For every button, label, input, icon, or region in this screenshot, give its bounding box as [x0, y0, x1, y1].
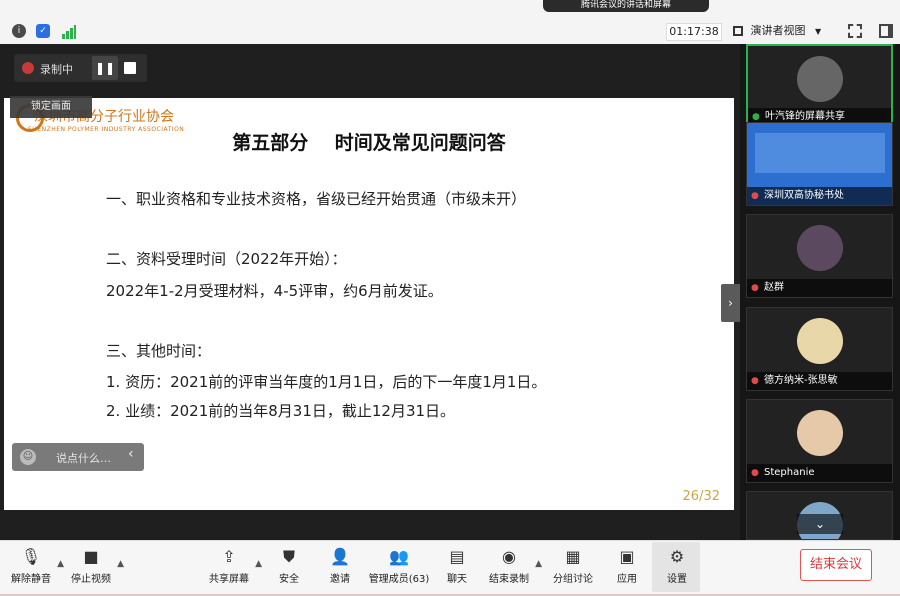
recording-bar: 录制中 ❚❚ [14, 54, 147, 82]
sidebar-toggle-icon[interactable] [879, 24, 893, 38]
participant-panel: ● 叶汽锋的屏幕共享 ● 深圳双高协秘书处 ● 赵群 ● 德方纳米-张思敏 ● Steph… [740, 44, 900, 540]
chat-placeholder: 说点什么… [56, 452, 111, 465]
participant-tile[interactable]: ● 叶汽锋的屏幕共享 [746, 44, 893, 128]
mic-off-icon: ● [751, 468, 759, 478]
participant-tile[interactable]: ⌄ [746, 491, 893, 540]
emoji-icon[interactable]: ☺ [20, 449, 36, 465]
layout-icon [733, 26, 743, 36]
apps-button[interactable]: ▣ 应用 [614, 545, 640, 593]
participant-name: Stephanie [764, 467, 815, 478]
shared-slide-thumbnail [755, 133, 885, 173]
breakout-rooms-button[interactable]: ▦ 分组讨论 [552, 545, 594, 593]
stop-video-button[interactable]: ■ 停止视频 ▲ [70, 545, 124, 593]
fullscreen-icon[interactable] [848, 24, 862, 38]
slide-title: 第五部分 时间及常见问题问答 [232, 132, 506, 154]
participant-name: 深圳双高协秘书处 [764, 190, 844, 201]
chevron-down-icon: ▼ [815, 27, 822, 36]
participant-tile[interactable]: ● 深圳双高协秘书处 [746, 122, 893, 206]
meeting-timer: 01:17:38 [666, 23, 722, 41]
chevron-up-icon[interactable]: ▲ [255, 559, 262, 569]
apps-grid-icon: ▣ [619, 547, 635, 566]
unmute-button[interactable]: 🎙 解除静音 ▲ [10, 545, 64, 593]
chat-icon: ▤ [449, 547, 465, 566]
chat-button[interactable]: ▤ 聊天 [444, 545, 470, 593]
chevron-up-icon[interactable]: ▲ [117, 559, 124, 569]
gear-icon: ⚙ [669, 547, 685, 566]
slide-line: 三、其他时间： [106, 342, 212, 360]
chat-label: 聊天 [447, 574, 467, 585]
record-icon: ◉ [502, 547, 516, 566]
stop-video-label: 停止视频 [71, 574, 111, 585]
recording-label: 录制中 [40, 63, 73, 76]
participant-tile[interactable]: ● Stephanie [746, 399, 893, 483]
participant-name: 德方纳米-张思敏 [764, 375, 838, 386]
recording-icon [22, 62, 34, 74]
avatar [796, 318, 843, 364]
view-mode-dropdown[interactable]: 演讲者视图 ▼ [733, 22, 833, 40]
slide-line: 1. 资历：2021前的评审当年度的1月1日，后的下一年度1月1日。 [106, 373, 547, 391]
settings-button[interactable]: ⚙ 设置 [664, 545, 690, 593]
stop-record-label: 结束录制 [489, 574, 529, 585]
add-user-icon: 👤 [330, 547, 350, 566]
avatar [796, 410, 843, 456]
participant-name: 赵群 [764, 282, 784, 293]
video-camera-icon: ■ [83, 547, 99, 566]
members-label: 管理成员(63) [368, 574, 430, 585]
top-bar: 腾讯会议的讲话和屏幕 i ✓ 01:17:38 演讲者视图 ▼ [0, 0, 900, 44]
collapse-panel-button[interactable]: › [721, 284, 740, 322]
chevron-down-icon[interactable]: ⌄ [797, 514, 843, 534]
chevron-up-icon[interactable]: ▲ [535, 559, 542, 569]
apps-label: 应用 [617, 574, 637, 585]
slide-line: 一、职业资格和专业技术资格，省级已经开始贯通（市级未开） [106, 190, 527, 208]
mic-off-icon: ● [751, 376, 759, 386]
slide-line: 2. 业绩：2021前的当年8月31日，截止12月31日。 [106, 402, 456, 420]
avatar [796, 225, 843, 271]
invite-label: 邀请 [330, 574, 350, 585]
share-label: 共享屏幕 [209, 574, 249, 585]
chat-quick-input[interactable]: ☺ 说点什么… ‹ [12, 443, 144, 471]
unmute-label: 解除静音 [11, 574, 51, 585]
slide-page-number: 26/32 [682, 489, 720, 504]
signal-icon[interactable] [62, 24, 76, 39]
security-button[interactable]: ⛊ 安全 [276, 545, 302, 593]
shield-icon: ⛊ [282, 547, 295, 566]
bottom-toolbar: 🎙 解除静音 ▲ ■ 停止视频 ▲ ⇪ 共享屏幕 ▲ ⛊ 安全 👤 邀请 👥 管… [0, 540, 900, 596]
breakout-icon: ▦ [565, 547, 581, 566]
members-icon: 👥 [389, 547, 409, 566]
chevron-up-icon[interactable]: ▲ [57, 559, 64, 569]
share-screen-icon: ⇪ [222, 547, 236, 566]
shield-icon[interactable]: ✓ [36, 24, 50, 38]
breakout-label: 分组讨论 [553, 574, 593, 585]
stop-recording-button[interactable] [124, 62, 136, 74]
pause-recording-button[interactable]: ❚❚ [92, 56, 118, 80]
info-icon[interactable]: i [12, 24, 26, 38]
mic-off-icon: ● [751, 283, 759, 293]
mic-off-icon: ● [751, 191, 759, 201]
slide-line: 二、资料受理时间（2022年开始）： [106, 250, 347, 268]
participant-tile[interactable]: ● 赵群 [746, 214, 893, 298]
participant-name: 叶汽锋的屏幕共享 [765, 111, 845, 122]
view-mode-label: 演讲者视图 [750, 24, 806, 37]
avatar [796, 56, 843, 102]
invite-button[interactable]: 👤 邀请 [326, 545, 354, 593]
chevron-left-icon[interactable]: ‹ [128, 446, 134, 462]
slide-line: 2022年1-2月受理材料，4-5评审，约6月前发证。 [106, 282, 443, 300]
stop-recording-toolbar-button[interactable]: ◉ 结束录制 ▲ [488, 545, 542, 593]
mic-off-icon: 🎙 [20, 547, 42, 566]
settings-label: 设置 [667, 574, 687, 585]
participant-tile[interactable]: ● 德方纳米-张思敏 [746, 307, 893, 391]
share-screen-button[interactable]: ⇪ 共享屏幕 ▲ [208, 545, 262, 593]
security-label: 安全 [279, 574, 299, 585]
lock-view-button[interactable]: 锁定画面 [10, 96, 92, 118]
manage-members-button[interactable]: 👥 管理成员(63) [368, 545, 430, 593]
share-banner: 腾讯会议的讲话和屏幕 [543, 0, 709, 12]
end-meeting-button[interactable]: 结束会议 [800, 549, 872, 581]
